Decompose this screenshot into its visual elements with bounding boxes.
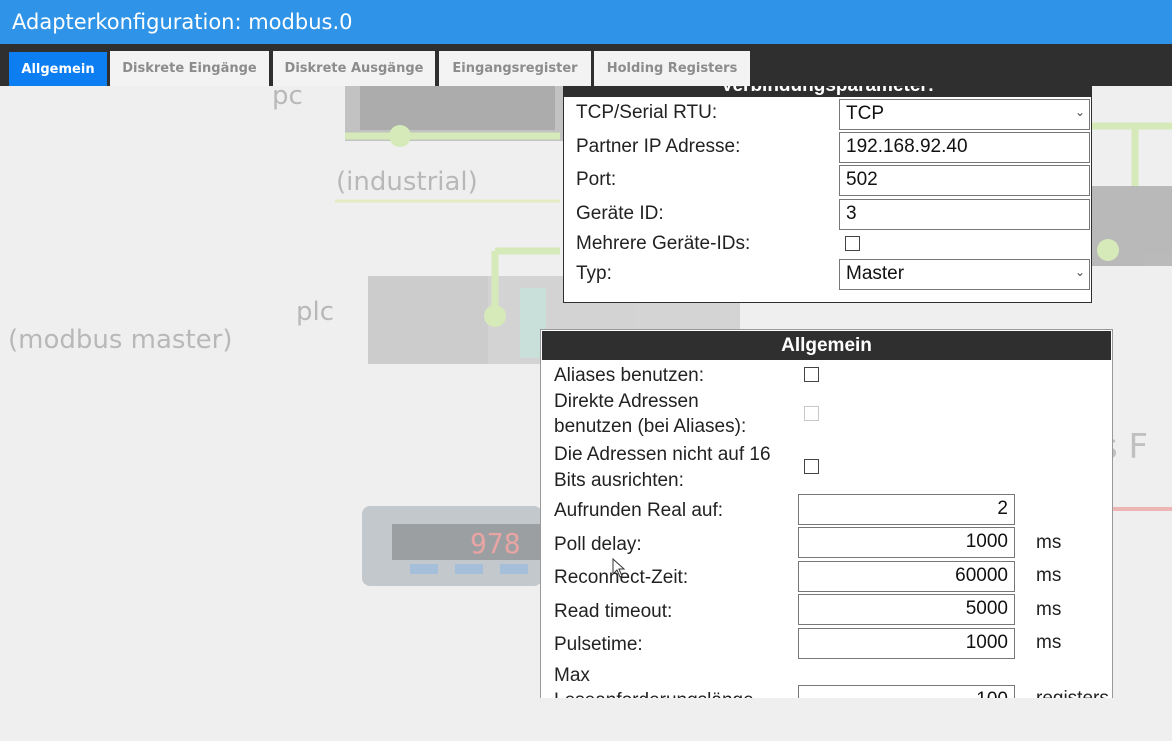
general-panel-title: Allgemein: [542, 331, 1111, 360]
poll-label: Poll delay:: [554, 534, 642, 555]
direct-addr-checkbox[interactable]: [804, 406, 819, 421]
aliases-checkbox[interactable]: [804, 367, 819, 382]
max-length-input[interactable]: 100: [798, 685, 1015, 698]
pulse-unit: ms: [1036, 632, 1062, 653]
read-timeout-unit: ms: [1036, 599, 1062, 620]
connection-panel: Verbindungsparameter: TCP/Serial RTU: TC…: [563, 86, 1092, 303]
round-label: Aufrunden Real auf:: [554, 500, 724, 521]
mode-label: TCP/Serial RTU:: [576, 102, 718, 123]
device-id-input[interactable]: 3: [839, 199, 1090, 230]
poll-input[interactable]: 1000: [798, 527, 1015, 558]
pc-label: pc: [272, 86, 303, 111]
max-length-unit: registers: [1036, 688, 1109, 698]
mode-select[interactable]: TCP ⌄: [839, 99, 1090, 130]
chevron-down-icon: ⌄: [1074, 265, 1085, 279]
pulse-label: Pulsetime:: [554, 634, 643, 655]
multi-ids-label: Mehrere Geräte-IDs:: [576, 233, 751, 254]
reconnect-unit: ms: [1036, 565, 1062, 586]
multi-ids-checkbox[interactable]: [845, 236, 860, 251]
round-input[interactable]: 2: [798, 494, 1015, 525]
direct-addr-label-line2: benutzen (bei Aliases):: [554, 416, 747, 437]
tab-allgemein[interactable]: Allgemein: [9, 52, 107, 86]
type-select[interactable]: Master ⌄: [839, 259, 1090, 290]
tab-diskrete-eingaenge[interactable]: Diskrete Eingänge: [110, 51, 269, 86]
settings-content[interactable]: pc (industrial) plc (modbus master) 978: [0, 86, 1172, 698]
tab-eingangsregister[interactable]: Eingangsregister: [439, 51, 591, 86]
type-label: Typ:: [576, 263, 612, 284]
poll-unit: ms: [1036, 532, 1062, 553]
port-input[interactable]: 502: [839, 165, 1090, 196]
aliases-label: Aliases benutzen:: [554, 365, 704, 386]
pulse-input[interactable]: 1000: [798, 628, 1015, 659]
ip-input[interactable]: 192.168.92.40: [839, 132, 1090, 163]
no-align-checkbox[interactable]: [804, 459, 819, 474]
tab-holding-registers[interactable]: Holding Registers: [594, 51, 750, 86]
industrial-label: (industrial): [336, 167, 478, 197]
chevron-down-icon: ⌄: [1074, 105, 1085, 119]
reconnect-input[interactable]: 60000: [798, 561, 1015, 592]
ip-label: Partner IP Adresse:: [576, 136, 741, 157]
mouse-cursor-icon: [612, 558, 626, 578]
modbus-master-label: (modbus master): [8, 325, 233, 355]
device-id-label: Geräte ID:: [576, 203, 664, 224]
mode-select-value: TCP: [846, 103, 884, 124]
plc-label: plc: [296, 297, 334, 327]
general-panel: Allgemein Aliases benutzen: Direkte Adre…: [540, 329, 1113, 698]
read-timeout-label: Read timeout:: [554, 601, 673, 622]
tab-bar: Allgemein Diskrete Eingänge Diskrete Aus…: [0, 44, 1172, 86]
max-length-label-line2: Leseanforderungslänge: [554, 688, 754, 698]
no-align-label-line2: Bits ausrichten:: [554, 470, 684, 491]
type-select-value: Master: [846, 263, 905, 284]
meter-digits: 978: [470, 527, 521, 560]
read-timeout-input[interactable]: 5000: [798, 594, 1015, 625]
direct-addr-label-line1: Direkte Adressen: [554, 391, 699, 412]
window-title: Adapterkonfiguration: modbus.0: [0, 0, 1172, 44]
tab-diskrete-ausgaenge[interactable]: Diskrete Ausgänge: [273, 51, 435, 86]
max-length-label-line1: Max: [554, 665, 590, 686]
port-label: Port:: [576, 169, 617, 190]
connection-panel-title: Verbindungsparameter:: [564, 86, 1091, 97]
no-align-label-line1: Die Adressen nicht auf 16: [554, 444, 771, 465]
